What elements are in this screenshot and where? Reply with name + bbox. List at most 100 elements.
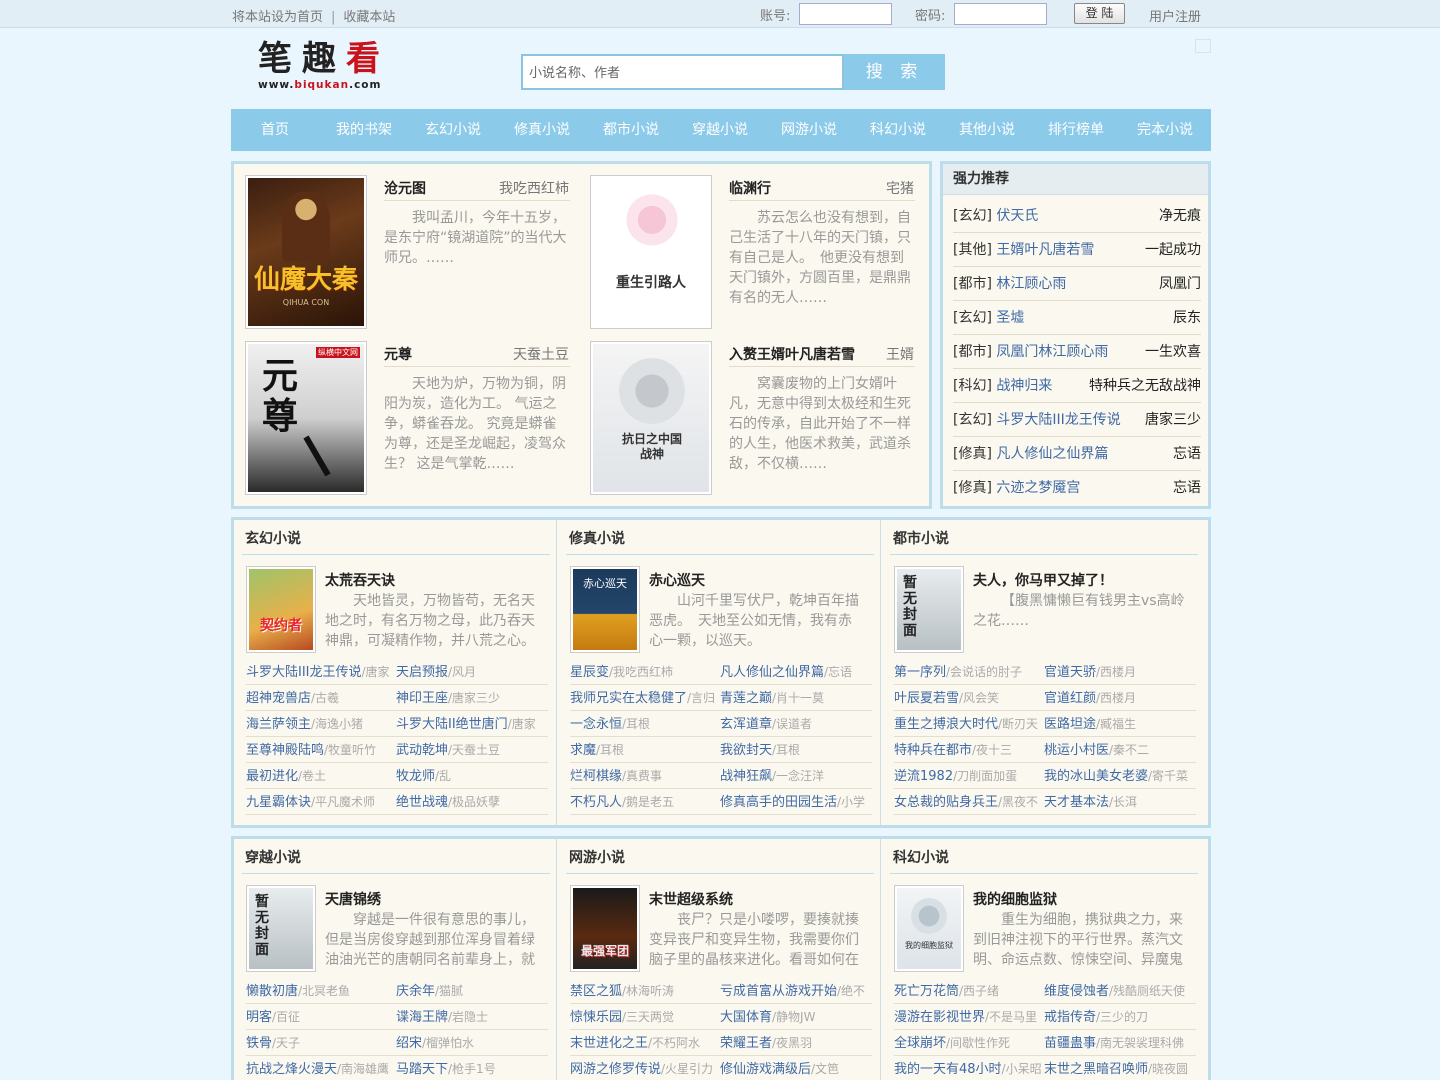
list-item[interactable]: 我欲封天/耳根 [720,737,872,763]
list-item[interactable]: 网游之修罗传说/火星引力 [570,1056,720,1080]
list-item[interactable]: 叶辰夏若雪/风会笑 [894,685,1044,711]
list-item[interactable]: 末世进化之王/不朽阿水 [570,1030,720,1056]
featured-title[interactable]: 临渊行 [729,178,771,198]
list-item[interactable]: 求魔/耳根 [570,737,720,763]
recommend-item[interactable]: [玄幻] 斗罗大陆III龙王传说 唐家三少 [953,403,1201,437]
nav-finished[interactable]: 完本小说 [1137,109,1193,151]
recommend-item[interactable]: [都市] 凤凰门林江顾心雨 一生欢喜 [953,335,1201,369]
list-item[interactable]: 官道红颜/西楼月 [1044,685,1196,711]
category-title[interactable]: 网游小说 [566,845,874,874]
list-item[interactable]: 医路坦途/臧福生 [1044,711,1196,737]
list-item[interactable]: 凡人修仙之仙界篇/忘语 [720,659,872,685]
recommend-item[interactable]: [修真] 六迹之梦魇宫 忘语 [953,471,1201,505]
list-item[interactable]: 马踏天下/枪手1号 [396,1056,548,1080]
category-book-title[interactable]: 夫人，你马甲又掉了！ [973,570,1113,590]
list-item[interactable]: 修仙游戏满级后/文笆 [720,1056,872,1080]
list-item[interactable]: 禁区之狐/林海听涛 [570,978,720,1004]
list-item[interactable]: 懒散初唐/北冥老鱼 [246,978,396,1004]
category-book-title[interactable]: 末世超级系统 [649,889,733,909]
list-item[interactable]: 铁骨/天子 [246,1030,396,1056]
list-item[interactable]: 女总裁的贴身兵王/黑夜不 [894,789,1044,815]
list-item[interactable]: 天启预报/风月 [396,659,548,685]
list-item[interactable]: 惊悚乐园/三天两觉 [570,1004,720,1030]
list-item[interactable]: 星辰变/我吃西红柿 [570,659,720,685]
category-title[interactable]: 科幻小说 [890,845,1198,874]
list-item[interactable]: 武动乾坤/天蚕土豆 [396,737,548,763]
book-cover[interactable]: 最强军团 [570,885,640,972]
list-item[interactable]: 官道天骄/西楼月 [1044,659,1196,685]
recommend-item[interactable]: [其他] 王婿叶凡唐若雪 一起成功 [953,233,1201,267]
list-item[interactable]: 斗罗大陆III龙王传说/唐家 [246,659,396,685]
category-book-title[interactable]: 天唐锦绣 [325,889,381,909]
list-item[interactable]: 超神宠兽店/古羲 [246,685,396,711]
list-item[interactable]: 我师兄实在太稳健了/言归 [570,685,720,711]
search-input[interactable] [521,54,844,90]
category-book-title[interactable]: 我的细胞监狱 [973,889,1057,909]
list-item[interactable]: 第一序列/会说话的肘子 [894,659,1044,685]
nav-bookshelf[interactable]: 我的书架 [336,109,392,151]
category-title[interactable]: 穿越小说 [242,845,550,874]
list-item[interactable]: 神印王座/唐家三少 [396,685,548,711]
list-item[interactable]: 维度侵蚀者/残酷厕纸天使 [1044,978,1196,1004]
list-item[interactable]: 重生之搏浪大时代/断刃天 [894,711,1044,737]
list-item[interactable]: 谍海王牌/岩隐士 [396,1004,548,1030]
list-item[interactable]: 海兰萨领主/海逸小猪 [246,711,396,737]
nav-wangyou[interactable]: 网游小说 [781,109,837,151]
list-item[interactable]: 烂柯棋缘/真费事 [570,763,720,789]
nav-kehuan[interactable]: 科幻小说 [870,109,926,151]
list-item[interactable]: 一念永恒/耳根 [570,711,720,737]
list-item[interactable]: 苗疆蛊事/南无袈裟理科佛 [1044,1030,1196,1056]
list-item[interactable]: 天才基本法/长洱 [1044,789,1196,815]
list-item[interactable]: 荣耀王者/夜黑羽 [720,1030,872,1056]
list-item[interactable]: 抗战之烽火漫天/南海雄鹰 [246,1056,396,1080]
list-item[interactable]: 九星霸体诀/平凡魔术师 [246,789,396,815]
category-book-title[interactable]: 赤心巡天 [649,570,705,590]
list-item[interactable]: 牧龙师/乱 [396,763,548,789]
nav-qita[interactable]: 其他小说 [959,109,1015,151]
nav-chuanyue[interactable]: 穿越小说 [692,109,748,151]
category-title[interactable]: 修真小说 [566,526,874,555]
nav-xuanhuan[interactable]: 玄幻小说 [425,109,481,151]
list-item[interactable]: 全球崩坏/间歇性作死 [894,1030,1044,1056]
list-item[interactable]: 战神狂飙/一念汪洋 [720,763,872,789]
password-input[interactable] [953,3,1047,25]
list-item[interactable]: 桃运小村医/秦不二 [1044,737,1196,763]
recommend-item[interactable]: [玄幻] 伏天氏 净无痕 [953,199,1201,233]
list-item[interactable]: 斗罗大陆II绝世唐门/唐家 [396,711,548,737]
bookmark-link[interactable]: 收藏本站 [343,10,395,25]
book-cover[interactable]: 纵横中文网 元尊 [245,341,367,495]
book-cover[interactable]: 重生引路人 [590,175,712,329]
list-item[interactable]: 绝世战魂/极品妖孽 [396,789,548,815]
nav-dushi[interactable]: 都市小说 [603,109,659,151]
list-item[interactable]: 玄浑道章/误道者 [720,711,872,737]
book-cover[interactable]: 仙魔大秦 QIHUA CON [245,175,367,329]
list-item[interactable]: 末世之黑暗召唤师/晓夜圆 [1044,1056,1196,1080]
nav-xiuzhen[interactable]: 修真小说 [514,109,570,151]
list-item[interactable]: 漫游在影视世界/不是马里 [894,1004,1044,1030]
category-book-title[interactable]: 太荒吞天诀 [325,570,395,590]
category-title[interactable]: 玄幻小说 [242,526,550,555]
book-cover[interactable]: 抗日之中国战神 [590,341,712,495]
list-item[interactable]: 逆流1982/刀削面加蛋 [894,763,1044,789]
list-item[interactable]: 至尊神殿陆鸣/牧童听竹 [246,737,396,763]
list-item[interactable]: 明客/百征 [246,1004,396,1030]
account-input[interactable] [798,3,892,25]
book-cover[interactable]: 契约者 [246,566,316,653]
list-item[interactable]: 绍宋/榴弹怕水 [396,1030,548,1056]
list-item[interactable]: 不朽凡人/鹅是老五 [570,789,720,815]
set-homepage-link[interactable]: 将本站设为首页 [232,10,323,25]
list-item[interactable]: 我的冰山美女老婆/寄千菜 [1044,763,1196,789]
book-cover[interactable]: 暂无封面 [894,566,964,653]
recommend-item[interactable]: [科幻] 战神归来 特种兵之无敌战神 [953,369,1201,403]
site-logo[interactable]: 笔趣看 www.biqukan.com [258,40,392,96]
list-item[interactable]: 特种兵在都市/夜十三 [894,737,1044,763]
list-item[interactable]: 戒指传奇/三少的刀 [1044,1004,1196,1030]
recommend-item[interactable]: [都市] 林江顾心雨 凤凰门 [953,267,1201,301]
featured-title[interactable]: 沧元图 [384,178,426,198]
list-item[interactable]: 庆余年/猫腻 [396,978,548,1004]
list-item[interactable]: 最初进化/卷土 [246,763,396,789]
list-item[interactable]: 大国体育/静物JW [720,1004,872,1030]
list-item[interactable]: 修真高手的田园生活/小学 [720,789,872,815]
login-button[interactable]: 登 陆 [1074,3,1125,24]
nav-ranking[interactable]: 排行榜单 [1048,109,1104,151]
